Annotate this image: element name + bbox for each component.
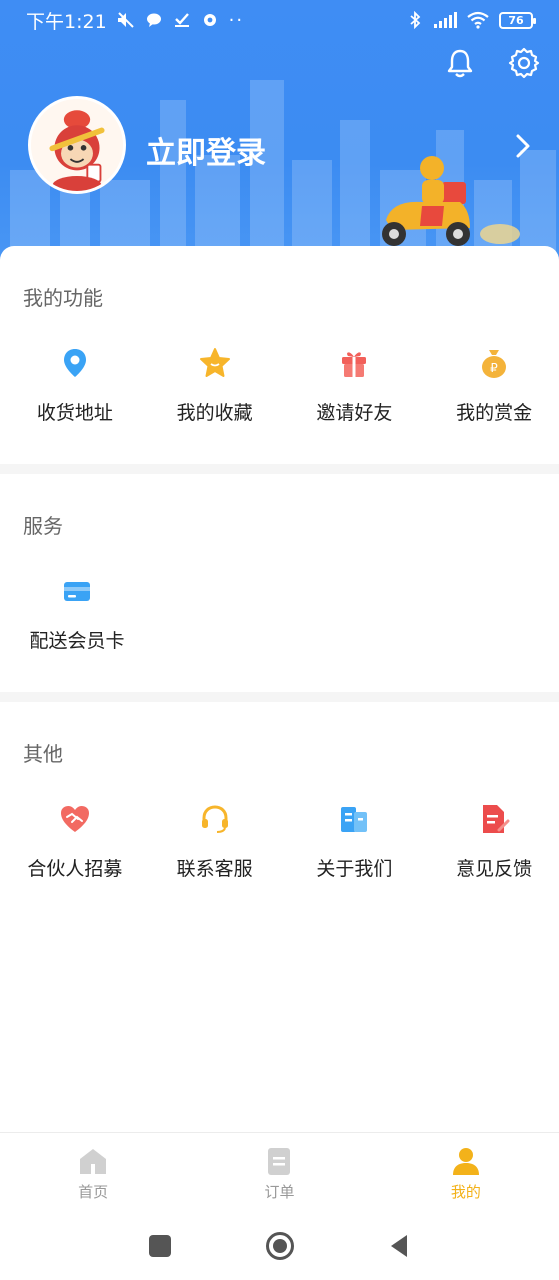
more-dots-icon: ·· [228, 9, 245, 31]
feedback-label: 意见反馈 [456, 858, 533, 880]
address-label: 收货地址 [36, 402, 113, 424]
gift-icon [342, 352, 367, 377]
svg-text:₽: ₽ [490, 361, 498, 375]
signal-icon [434, 12, 457, 28]
order-icon [268, 1148, 291, 1175]
services-section: 服务 配送会员卡 [0, 474, 559, 692]
check-download-icon [174, 13, 189, 27]
invite-friends-item[interactable]: 邀请好友 [290, 346, 420, 425]
feedback-doc-icon [483, 805, 510, 833]
headset-icon [201, 805, 228, 833]
status-time: 下午1:21 [26, 10, 107, 33]
login-button[interactable]: 立即登录 [146, 128, 266, 172]
bottom-tab-bar: 首页 订单 我的 [0, 1132, 559, 1212]
bluetooth-icon [410, 11, 421, 29]
profile-header: 下午1:21 ·· 76 立即登录 [0, 0, 559, 270]
settings-icon[interactable] [507, 46, 541, 80]
building-icon [341, 807, 368, 832]
mute-icon [117, 12, 134, 28]
section-divider [0, 692, 559, 702]
tab-orders[interactable]: 订单 [186, 1133, 372, 1212]
partner-recruitment-label: 合伙人招募 [27, 858, 123, 880]
invite-friends-label: 邀请好友 [316, 402, 393, 424]
status-bar: 下午1:21 ·· 76 [0, 0, 559, 40]
system-navigation-bar [0, 1212, 559, 1280]
bell-icon[interactable] [443, 46, 477, 80]
my-features-section: 我的功能 收货地址 我的收藏 邀请好友 ₽ 我的赏金 [0, 246, 559, 464]
bounty-label: 我的赏金 [456, 402, 533, 424]
user-icon [452, 1148, 479, 1175]
monkey-mascot-icon [31, 99, 123, 191]
tab-orders-label: 订单 [264, 1183, 295, 1201]
section-divider [0, 464, 559, 474]
section-title: 其他 [23, 742, 63, 766]
delivery-membership-card-item[interactable]: 配送会员卡 [10, 574, 144, 653]
address-item[interactable]: 收货地址 [10, 346, 140, 425]
gear-small-icon [203, 14, 216, 26]
star-icon [199, 348, 230, 377]
tab-mine[interactable]: 我的 [373, 1133, 559, 1212]
location-pin-icon [63, 349, 86, 377]
tab-home[interactable]: 首页 [0, 1133, 186, 1212]
battery-indicator: 76 [499, 11, 536, 29]
section-title: 服务 [23, 514, 63, 538]
delivery-scooter-illustration [382, 156, 520, 246]
others-section: 其他 合伙人招募 联系客服 关于我们 意见反馈 [0, 702, 559, 932]
bounty-item[interactable]: ₽ 我的赏金 [429, 346, 559, 425]
tab-home-label: 首页 [78, 1183, 109, 1201]
customer-service-label: 联系客服 [176, 858, 253, 880]
chat-icon [146, 13, 161, 27]
feedback-item[interactable]: 意见反馈 [429, 802, 559, 881]
favorites-item[interactable]: 我的收藏 [150, 346, 280, 425]
wifi-icon [467, 11, 489, 29]
about-us-item[interactable]: 关于我们 [290, 802, 420, 881]
money-bag-icon: ₽ [482, 350, 507, 378]
favorites-label: 我的收藏 [176, 402, 253, 424]
tab-mine-label: 我的 [450, 1183, 481, 1201]
home-icon [80, 1149, 107, 1174]
handshake-heart-icon [60, 806, 89, 832]
delivery-membership-card-label: 配送会员卡 [29, 630, 125, 652]
home-button-icon[interactable] [265, 1231, 295, 1261]
customer-service-item[interactable]: 联系客服 [150, 802, 280, 881]
partner-recruitment-item[interactable]: 合伙人招募 [10, 802, 140, 881]
avatar[interactable] [28, 96, 126, 194]
about-us-label: 关于我们 [316, 858, 393, 880]
recent-apps-icon[interactable] [145, 1231, 175, 1261]
battery-level: 76 [508, 13, 524, 27]
back-icon[interactable] [385, 1231, 415, 1261]
card-icon [64, 582, 90, 601]
section-title: 我的功能 [23, 286, 103, 310]
